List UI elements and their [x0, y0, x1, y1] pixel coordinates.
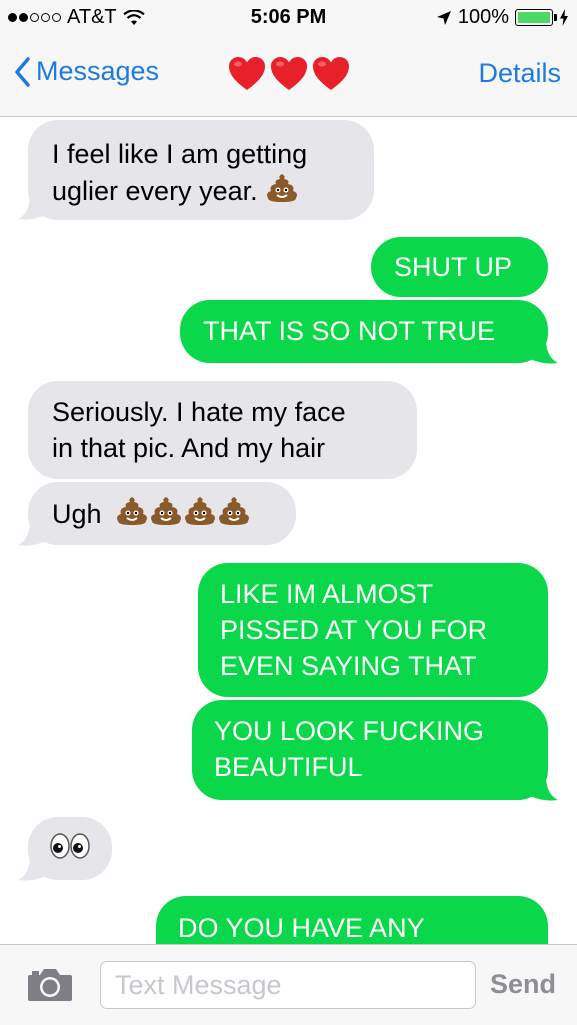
status-bar: AT&T 5:06 PM 100%: [0, 0, 577, 38]
navigation-bar: Messages Details: [0, 38, 577, 117]
poop-emoji-icon: [267, 174, 298, 202]
received-message[interactable]: Seriously. I hate my face in that pic. A…: [28, 381, 417, 479]
text-message-field[interactable]: Text Message: [100, 961, 476, 1009]
conversation-title[interactable]: [228, 56, 350, 92]
eyes-emoji-icon: [50, 833, 90, 859]
message-line: SHUT UP: [394, 252, 513, 282]
message-line: uglier every year.: [52, 172, 350, 209]
message-line: EVEN SAYING THAT: [220, 651, 477, 681]
battery-percent: 100%: [457, 6, 509, 28]
message-line: PISSED AT YOU FOR: [220, 615, 488, 645]
message-line: DO YOU HAVE ANY: [178, 913, 425, 943]
heart-icon: [313, 57, 349, 90]
bubble-tail: [530, 776, 558, 801]
send-button[interactable]: Send: [490, 969, 556, 1000]
message-line: BEAUTIFUL: [214, 752, 363, 782]
poop-emoji-icon: [185, 497, 216, 525]
message-line: LIKE IM ALMOST: [220, 579, 434, 609]
message-line: in that pic. And my hair: [52, 433, 326, 463]
bubble-tail: [18, 195, 46, 220]
chevron-left-icon: [15, 56, 30, 87]
battery-icon: [515, 9, 557, 26]
details-button[interactable]: Details: [478, 58, 561, 89]
message-line: YOU LOOK FUCKING: [214, 716, 485, 746]
poop-emoji-icon: [117, 497, 148, 525]
message-line: Ugh: [52, 495, 296, 532]
back-button[interactable]: Messages: [14, 56, 159, 87]
bubble-tail: [18, 521, 46, 546]
poop-emoji-icon: [219, 497, 250, 525]
poop-emoji-icon: [151, 497, 182, 525]
message-thread[interactable]: I feel like I am getting uglier every ye…: [0, 117, 577, 944]
message-line: I feel like I am getting: [52, 139, 308, 169]
status-right: 100%: [436, 6, 569, 29]
sent-message[interactable]: DO YOU HAVE ANY: [156, 896, 548, 944]
heart-icon: [271, 57, 307, 90]
heart-icon: [229, 57, 265, 90]
received-message[interactable]: Ugh: [28, 482, 296, 545]
bubble-tail: [530, 339, 558, 364]
sent-message[interactable]: LIKE IM ALMOST PISSED AT YOU FOR EVEN SA…: [198, 563, 548, 697]
camera-icon[interactable]: [26, 967, 74, 1003]
location-arrow-icon: [436, 10, 451, 25]
sent-message[interactable]: SHUT UP: [371, 237, 548, 297]
sent-message[interactable]: THAT IS SO NOT TRUE: [180, 300, 548, 363]
sent-message[interactable]: YOU LOOK FUCKING BEAUTIFUL: [192, 700, 548, 800]
received-message[interactable]: I feel like I am getting uglier every ye…: [28, 120, 374, 220]
message-line: THAT IS SO NOT TRUE: [203, 316, 496, 346]
message-input-bar: Text Message Send: [0, 944, 577, 1025]
bubble-tail: [18, 856, 46, 881]
message-line: Seriously. I hate my face: [52, 397, 346, 427]
back-button-label: Messages: [36, 56, 160, 86]
charging-bolt-icon: [560, 9, 568, 26]
